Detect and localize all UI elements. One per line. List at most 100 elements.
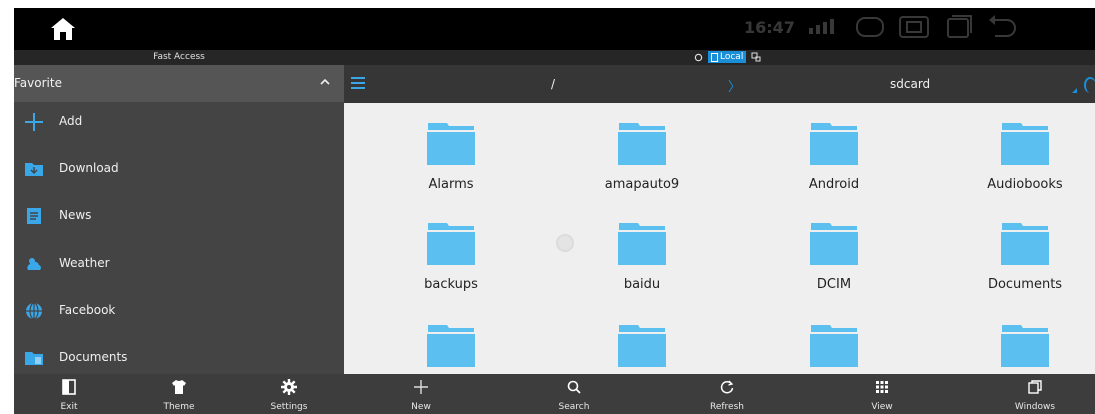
plus-icon <box>414 380 428 394</box>
scroll-edge-indicator <box>1084 77 1095 93</box>
weather-icon <box>27 258 41 270</box>
theme-label: Theme <box>163 402 195 412</box>
theme-button[interactable]: Theme <box>134 374 224 414</box>
home-icon[interactable] <box>50 16 76 42</box>
refresh-button[interactable]: Refresh <box>682 374 772 414</box>
chevron-up-icon[interactable] <box>318 75 332 89</box>
path-current[interactable]: sdcard <box>890 77 930 91</box>
local-chip[interactable]: Local <box>708 51 747 63</box>
path-root[interactable]: / <box>551 77 555 91</box>
settings-button[interactable]: Settings <box>244 374 334 414</box>
phone-icon <box>711 52 718 62</box>
fast-access-header: Fast Access <box>14 50 344 65</box>
folder-name: Documents <box>987 277 1063 292</box>
sidebar-item-facebook[interactable]: Facebook <box>14 291 344 331</box>
new-button[interactable]: New <box>376 374 466 414</box>
folder-icon <box>1001 223 1049 265</box>
sidebar-item-add[interactable]: Add <box>14 102 344 142</box>
sidebar-item-weather[interactable]: Weather <box>14 244 344 284</box>
back-icon <box>988 15 1016 37</box>
favorites-list: Add Download News Weather Facebook Docum… <box>14 102 344 374</box>
sidebar-item-label: News <box>59 208 92 222</box>
folder-tile[interactable]: backups <box>371 221 531 321</box>
sync-icon <box>694 53 703 61</box>
download-folder-icon <box>25 163 43 176</box>
folder-icon <box>427 123 475 165</box>
status-time: 16:47 <box>744 17 795 37</box>
exit-label: Exit <box>60 402 78 412</box>
search-button[interactable]: Search <box>529 374 619 414</box>
new-label: New <box>411 402 431 412</box>
folder-tile[interactable]: DCIM <box>754 221 914 321</box>
sidebar-item-label: Download <box>59 161 119 175</box>
folder-tile[interactable]: Alarms <box>371 121 531 221</box>
path-bar: / 〉 sdcard <box>344 65 1095 103</box>
network-icon[interactable] <box>751 52 761 62</box>
folder-icon <box>427 223 475 265</box>
gear-icon <box>281 379 297 395</box>
folder-name: backups <box>424 277 478 292</box>
settings-label: Settings <box>270 402 308 412</box>
folder-icon <box>1001 325 1049 367</box>
sidebar-item-download[interactable]: Download <box>14 149 344 189</box>
folder-icon <box>618 223 666 265</box>
folder-tile[interactable]: baidu <box>562 221 722 321</box>
folder-name: DCIM <box>816 277 852 292</box>
folder-name: baidu <box>623 277 661 292</box>
favorites-title: Favorite <box>14 76 62 90</box>
search-label: Search <box>558 402 590 412</box>
refresh-label: Refresh <box>710 402 744 412</box>
folder-tile[interactable]: amapauto9 <box>562 121 722 221</box>
refresh-icon <box>720 380 734 394</box>
main-toolbar: New Search Refresh View Windows <box>344 374 1095 414</box>
sidebar-toolbar: Exit Theme Settings <box>14 374 344 414</box>
grid-icon <box>876 381 888 393</box>
exit-button[interactable]: Exit <box>24 374 114 414</box>
folder-icon <box>618 123 666 165</box>
exit-icon <box>62 379 76 395</box>
sidebar-item-news[interactable]: News <box>14 196 344 236</box>
folder-tile[interactable] <box>562 323 722 374</box>
sidebar-item-label: Facebook <box>59 303 116 317</box>
windows-icon <box>1028 380 1042 394</box>
file-grid: Alarms amapauto9 Android Audiobooks back… <box>344 103 1095 374</box>
loading-indicator <box>556 234 574 252</box>
hd-icon <box>855 17 884 37</box>
folder-icon <box>810 325 858 367</box>
recent-apps-icon <box>946 15 972 38</box>
windows-label: Windows <box>1014 402 1056 412</box>
folder-tile[interactable]: Audiobooks <box>945 121 1095 221</box>
location-label: Local <box>720 52 744 62</box>
favorites-header[interactable]: Favorite <box>14 65 344 102</box>
folder-name: Audiobooks <box>987 177 1063 192</box>
folder-name: amapauto9 <box>604 177 680 192</box>
folder-tile[interactable] <box>754 323 914 374</box>
app-screen: 16:47 Fast Access Local Favorite Add Dow… <box>14 8 1095 414</box>
tshirt-icon <box>172 380 186 394</box>
status-bar: 16:47 <box>14 8 1095 50</box>
signal-icon <box>808 19 834 34</box>
folder-tile[interactable]: Documents <box>945 221 1095 321</box>
folder-icon <box>810 223 858 265</box>
plus-icon <box>25 113 43 131</box>
folder-tile[interactable] <box>945 323 1095 374</box>
screenshot-icon <box>898 16 929 38</box>
sidebar-item-documents[interactable]: Documents <box>14 338 344 378</box>
search-icon <box>567 380 581 394</box>
folder-icon <box>427 325 475 367</box>
folder-tile[interactable]: Android <box>754 121 914 221</box>
path-corner-indicator <box>1072 88 1077 93</box>
folder-tile[interactable] <box>371 323 531 374</box>
location-strip: Local <box>344 50 1095 65</box>
hamburger-menu-icon[interactable] <box>351 77 365 89</box>
status-indicators: 16:47 <box>744 14 1019 40</box>
sidebar-item-label: Add <box>59 114 83 128</box>
folder-name: Android <box>808 177 860 192</box>
folder-icon <box>1001 123 1049 165</box>
windows-button[interactable]: Windows <box>990 374 1080 414</box>
sidebar-item-label: Documents <box>59 350 128 364</box>
folder-icon <box>618 325 666 367</box>
view-button[interactable]: View <box>837 374 927 414</box>
documents-folder-icon <box>25 352 43 365</box>
folder-icon <box>810 123 858 165</box>
